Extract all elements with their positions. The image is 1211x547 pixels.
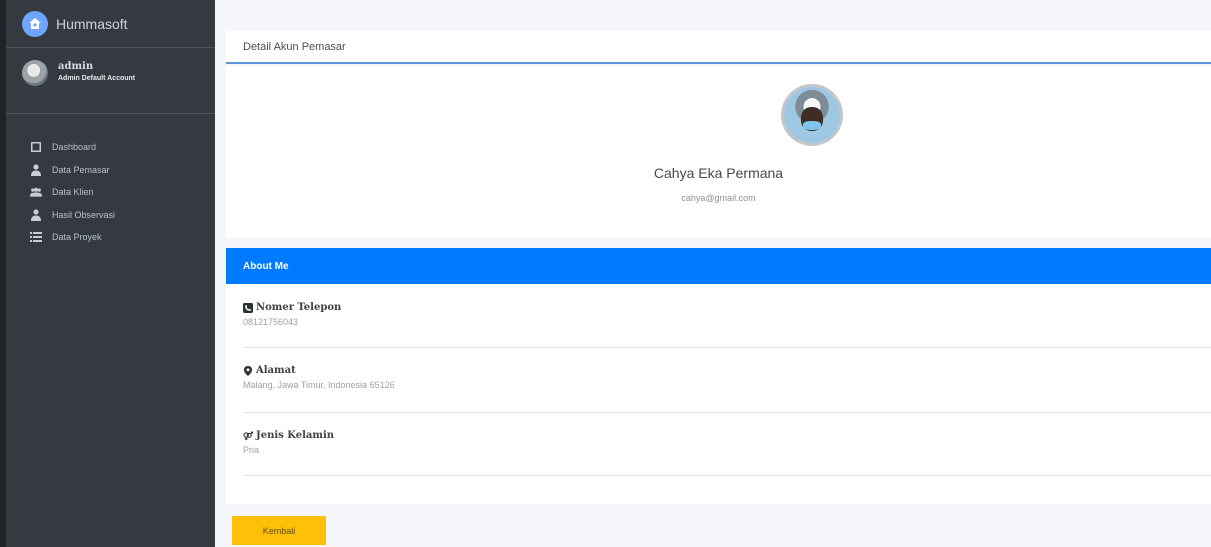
about-header: About Me [226,248,1211,284]
sidebar-item-dashboard[interactable]: Dashboard [6,136,215,158]
user-tie-icon [30,208,42,221]
info-value-address: Malang, Jawa Timur, Indonesia 65126 [243,380,395,390]
info-value-gender: Pria [243,445,260,455]
info-row-address: Alamat Malang, Jawa Timur, Indonesia 651… [243,365,1211,413]
brand-name: Hummasoft [56,15,128,32]
profile-name: Cahya Eka Permana [653,165,784,181]
sidebar: Hummasoft admin Admin Default Account Da… [0,0,215,547]
sidebar-nav: Dashboard Data Pemasar Data Klien Hasil … [6,136,215,249]
sidebar-item-data-proyek[interactable]: Data Proyek [6,226,215,248]
user-role: Admin Default Account [58,75,136,82]
venus-mars-icon [243,431,253,441]
sidebar-item-data-pemasar[interactable]: Data Pemasar [6,159,215,181]
about-title: About Me [243,261,289,272]
avatar [22,60,48,86]
info-value-phone: 08121756043 [243,317,299,327]
brand-logo-icon [22,10,48,37]
brand-link[interactable]: Hummasoft [6,0,215,48]
user-name: admin [58,61,94,72]
info-label-address: Alamat [256,365,296,376]
sidebar-item-hasil-observasi[interactable]: Hasil Observasi [6,204,215,226]
card-header: Detail Akun Pemasar [226,31,1211,64]
phone-square-icon [243,302,253,313]
info-label-phone: Nomer Telepon [256,302,342,313]
profile-avatar [781,84,843,146]
profile-email: cahya@gmail.com [681,193,756,203]
sidebar-item-data-klien[interactable]: Data Klien [6,181,215,203]
map-marker-icon [243,365,253,376]
main-content: Detail Akun Pemasar Cahya Eka Permana ca… [215,0,1211,547]
page-title: Detail Akun Pemasar [243,41,346,53]
user-tie-icon [30,163,42,176]
list-icon [30,231,42,243]
back-button[interactable]: Kembali [232,516,326,545]
profile-card: Cahya Eka Permana cahya@gmail.com [226,66,1211,238]
sidebar-item-label: Data Pemasar [52,164,110,175]
users-icon [30,186,42,198]
about-body: Nomer Telepon 08121756043 Alamat Malang,… [226,284,1211,504]
sidebar-item-label: Dashboard [52,142,97,152]
info-label-gender: Jenis Kelamin [256,430,335,441]
sidebar-item-label: Data Proyek [52,232,102,242]
sidebar-item-label: Data Klien [52,187,94,197]
user-panel[interactable]: admin Admin Default Account [6,56,215,114]
info-row-gender: Jenis Kelamin Pria [243,430,1211,476]
info-row-phone: Nomer Telepon 08121756043 [243,302,1211,348]
dashboard-icon [30,141,42,153]
sidebar-item-label: Hasil Observasi [52,209,116,220]
